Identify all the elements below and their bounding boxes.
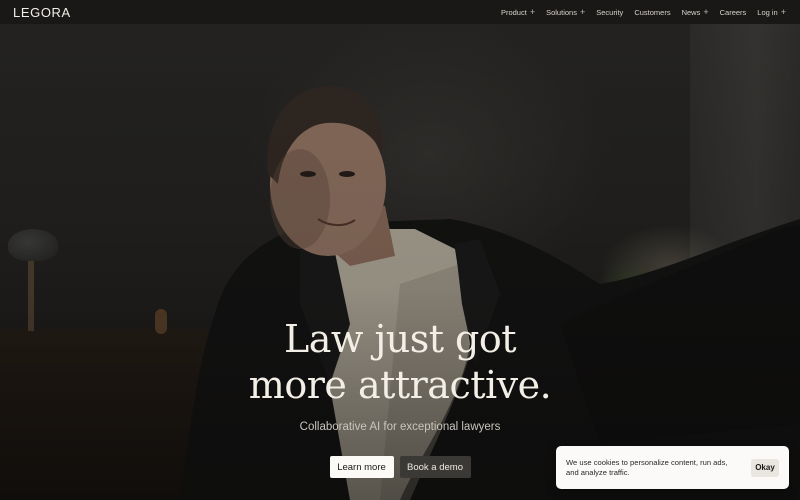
cookie-okay-button[interactable]: Okay <box>751 458 779 477</box>
cookie-banner: We use cookies to personalize content, r… <box>556 446 789 489</box>
plus-icon: + <box>579 6 586 17</box>
nav-item-label: Careers <box>719 7 747 17</box>
legora-logo[interactable]: LEGORA <box>13 5 71 20</box>
hero-headline: Law just got more attractive. <box>0 316 800 408</box>
top-navigation: LEGORA Product + Solutions + Security Cu… <box>0 0 800 24</box>
nav-item-security[interactable]: Security <box>596 8 623 17</box>
nav-item-label: News <box>681 7 701 17</box>
plus-icon: + <box>703 6 709 17</box>
nav-item-product[interactable]: Product + <box>500 6 536 17</box>
nav-item-solutions[interactable]: Solutions + <box>546 6 586 17</box>
nav-item-news[interactable]: News + <box>681 6 709 17</box>
cookie-banner-text: We use cookies to personalize content, r… <box>566 457 728 477</box>
nav-item-label: Log in <box>757 7 778 17</box>
nav-item-label: Security <box>596 7 624 17</box>
plus-icon: + <box>529 6 536 17</box>
nav-item-login[interactable]: Log in + <box>757 6 786 17</box>
book-demo-button[interactable]: Book a demo <box>399 456 471 478</box>
nav-item-customers[interactable]: Customers <box>634 8 670 17</box>
plus-icon: + <box>780 6 786 17</box>
hero-subheadline: Collaborative AI for exceptional lawyers <box>299 421 501 433</box>
headline-line-1: Law just got <box>283 317 517 361</box>
headline-line-2: more attractive. <box>248 363 552 407</box>
nav-item-careers[interactable]: Careers <box>720 8 747 17</box>
nav-item-label: Product <box>500 7 527 17</box>
nav-item-label: Solutions <box>546 7 577 17</box>
nav-item-label: Customers <box>634 7 671 17</box>
nav-links: Product + Solutions + Security Customers… <box>500 6 786 17</box>
learn-more-button[interactable]: Learn more <box>329 456 394 478</box>
